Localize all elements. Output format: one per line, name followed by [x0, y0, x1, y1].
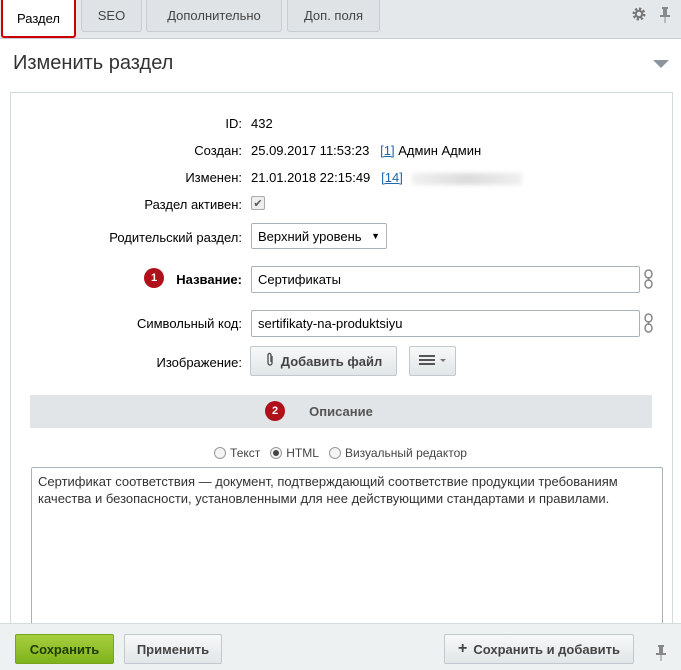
- save-label: Сохранить: [29, 641, 100, 657]
- created-value: 25.09.2017 11:53:23 [1] Админ Админ: [251, 143, 481, 158]
- add-file-button[interactable]: Добавить файл: [250, 346, 397, 376]
- blurred-user-name: [412, 172, 523, 185]
- radio-dot: [328, 447, 341, 459]
- radio-visual-label: Визуальный редактор: [344, 446, 467, 460]
- step-badge-2: 2: [265, 401, 285, 421]
- add-file-label: Добавить файл: [280, 353, 383, 369]
- radio-html-label: HTML: [286, 446, 319, 460]
- id-value: 432: [251, 116, 273, 131]
- radio-dot-selected: [270, 447, 283, 459]
- tab-extra-fields[interactable]: Доп. поля: [287, 0, 380, 32]
- gear-icon[interactable]: [631, 6, 647, 22]
- description-line-2: качества и безопасности, установленными …: [38, 491, 610, 506]
- save-and-add-label: Сохранить и добавить: [473, 641, 620, 657]
- image-label: Изображение:: [156, 355, 242, 370]
- tab-seo[interactable]: SEO: [81, 0, 142, 32]
- description-line-1: Сертификат соответствия — документ, подт…: [38, 474, 618, 489]
- description-textarea[interactable]: Сертификат соответствия — документ, подт…: [31, 467, 663, 632]
- tab-bar: Раздел SEO Дополнительно Доп. поля: [0, 0, 681, 39]
- modified-value: 21.01.2018 22:15:49 [14]: [251, 170, 523, 185]
- pin-icon[interactable]: [659, 6, 671, 24]
- parent-section-select[interactable]: Верхний уровень ▼: [251, 223, 387, 249]
- radio-dot: [214, 447, 227, 459]
- created-user-name: Админ Админ: [398, 143, 482, 158]
- menu-lines-icon: [418, 354, 447, 369]
- code-label: Символьный код:: [136, 316, 242, 331]
- paperclip-icon: [265, 352, 275, 371]
- pin-icon[interactable]: [655, 644, 667, 662]
- link-chain-icon[interactable]: [643, 313, 654, 333]
- modified-date: 21.01.2018 22:15:49: [251, 170, 371, 185]
- description-title: Описание: [309, 404, 373, 419]
- apply-label: Применить: [136, 641, 210, 657]
- radio-text[interactable]: Текст: [214, 446, 260, 460]
- link-chain-icon[interactable]: [643, 269, 654, 289]
- description-section-header: Описание: [30, 395, 652, 428]
- created-date: 25.09.2017 11:53:23: [251, 143, 370, 158]
- name-input[interactable]: [251, 266, 640, 293]
- active-checkbox[interactable]: ✔: [251, 196, 265, 210]
- radio-html[interactable]: HTML: [270, 446, 319, 460]
- created-label: Создан:: [194, 143, 242, 158]
- editor-mode-radios: Текст HTML Визуальный редактор: [0, 446, 681, 460]
- tab-additional[interactable]: Дополнительно: [146, 0, 282, 32]
- code-input[interactable]: [251, 310, 640, 337]
- modified-user-link[interactable]: [14]: [381, 170, 403, 185]
- tab-extra-fields-label: Доп. поля: [303, 8, 364, 23]
- image-menu-button[interactable]: [409, 346, 456, 376]
- select-caret-icon: ▼: [371, 231, 380, 241]
- footer-toolbar: Сохранить Применить + Сохранить и добави…: [0, 623, 681, 670]
- parent-label: Родительский раздел:: [109, 230, 242, 245]
- plus-icon: +: [458, 640, 468, 657]
- radio-visual-editor[interactable]: Визуальный редактор: [328, 446, 467, 460]
- save-and-add-button[interactable]: + Сохранить и добавить: [444, 634, 634, 664]
- active-label: Раздел активен:: [144, 197, 242, 212]
- tab-section-label: Раздел: [17, 10, 60, 26]
- modified-label: Изменен:: [185, 170, 242, 185]
- tab-seo-label: SEO: [97, 8, 126, 23]
- id-label: ID:: [225, 116, 242, 131]
- created-user-link[interactable]: [1]: [380, 143, 394, 158]
- apply-button[interactable]: Применить: [124, 634, 222, 664]
- save-button[interactable]: Сохранить: [15, 634, 114, 664]
- tab-section[interactable]: Раздел: [1, 0, 76, 38]
- collapse-triangle-icon[interactable]: [653, 60, 669, 68]
- tab-additional-label: Дополнительно: [167, 8, 261, 23]
- page-title: Изменить раздел: [13, 52, 174, 74]
- name-label: Название:: [176, 272, 242, 287]
- parent-select-value: Верхний уровень: [258, 228, 362, 244]
- radio-text-label: Текст: [230, 446, 261, 460]
